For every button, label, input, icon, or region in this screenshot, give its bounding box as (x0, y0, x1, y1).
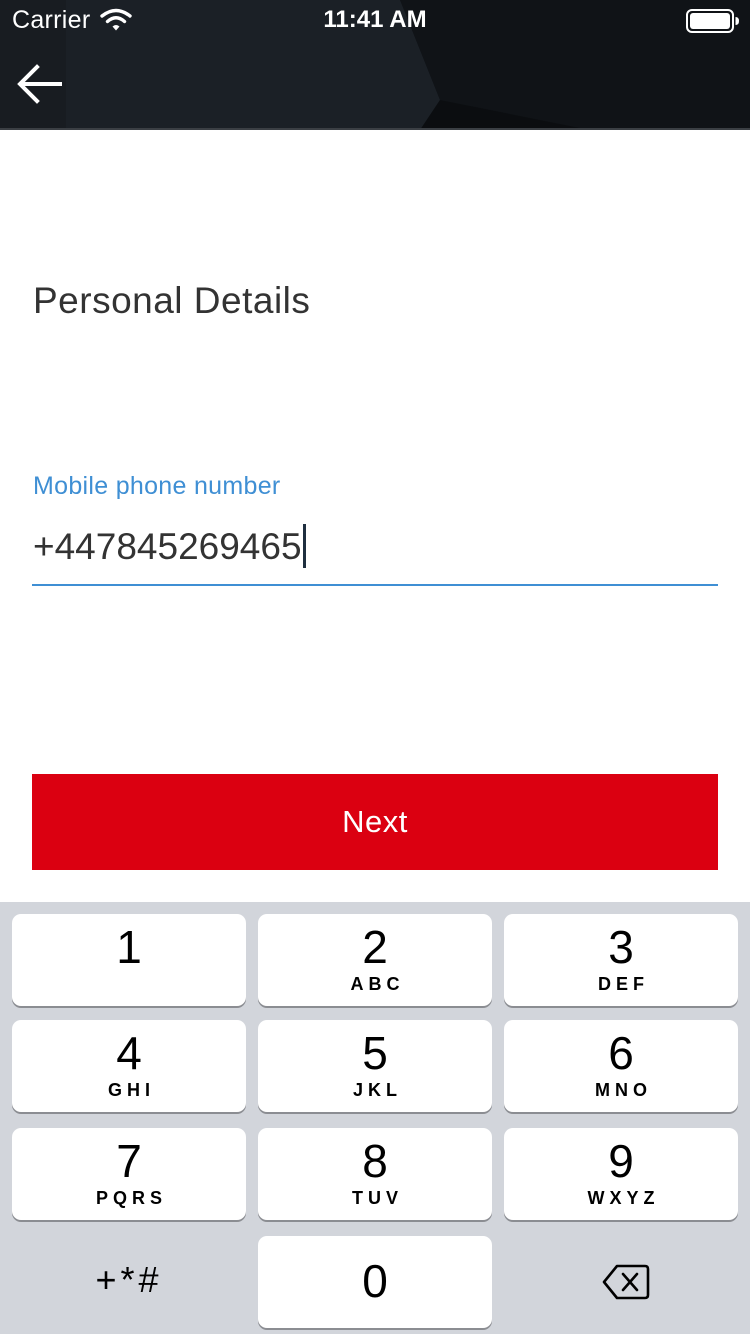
status-time: 11:41 AM (323, 6, 427, 33)
key-letters: DEF (598, 974, 649, 994)
key-9[interactable]: 9 WXYZ (504, 1128, 738, 1220)
mobile-phone-value: +447845269465 (33, 524, 306, 570)
key-digit: 6 (608, 1027, 634, 1079)
key-5[interactable]: 5 JKL (258, 1020, 492, 1112)
page-title: Personal Details (33, 280, 311, 321)
key-digit: 4 (116, 1027, 142, 1079)
key-letters: TUV (352, 1188, 403, 1208)
key-letters: ABC (350, 974, 405, 994)
key-digit: 3 (608, 921, 634, 973)
key-digit: 1 (116, 921, 142, 973)
phone-screen: Carrier 11:41 AM Personal Details Mobile… (0, 0, 750, 1334)
key-digit: 7 (116, 1135, 142, 1187)
battery-full-icon (686, 9, 739, 33)
key-2[interactable]: 2 ABC (258, 914, 492, 1006)
app-header: Carrier 11:41 AM (0, 0, 750, 130)
key-4[interactable]: 4 GHI (12, 1020, 246, 1112)
delete-key[interactable] (504, 1236, 738, 1328)
status-bar: Carrier 11:41 AM (0, 0, 750, 40)
key-1[interactable]: 1 (12, 914, 246, 1006)
key-3[interactable]: 3 DEF (504, 914, 738, 1006)
backspace-icon (602, 1264, 650, 1300)
mobile-phone-input[interactable]: +447845269465 (32, 520, 718, 586)
key-8[interactable]: 8 TUV (258, 1128, 492, 1220)
key-letters: WXYZ (587, 1188, 660, 1208)
key-digit: 0 (362, 1255, 388, 1307)
key-0[interactable]: 0 (258, 1236, 492, 1328)
key-letters: JKL (352, 1080, 402, 1100)
key-letters: MNO (595, 1080, 652, 1100)
next-button[interactable]: Next (32, 774, 718, 870)
key-digit: 9 (608, 1135, 634, 1187)
key-letters: GHI (107, 1080, 155, 1100)
back-button[interactable] (0, 44, 80, 126)
mobile-phone-text: +447845269465 (33, 526, 302, 567)
key-symbols[interactable]: +*# (12, 1236, 246, 1328)
key-7[interactable]: 7 PQRS (12, 1128, 246, 1220)
text-caret (302, 524, 306, 568)
header-divider (0, 128, 750, 130)
key-6[interactable]: 6 MNO (504, 1020, 738, 1112)
key-letters: PQRS (95, 1188, 167, 1208)
key-symbols-label: +*# (95, 1259, 163, 1300)
key-digit: 5 (362, 1027, 388, 1079)
phone-field-label: Mobile phone number (33, 472, 281, 500)
numeric-keypad: 1 2 ABC 3 DEF 4 GHI 5 JKL 6 MNO 7 PQRS 8… (0, 902, 750, 1334)
key-digit: 2 (362, 921, 388, 973)
key-digit: 8 (362, 1135, 388, 1187)
arrow-left-icon (17, 64, 62, 104)
